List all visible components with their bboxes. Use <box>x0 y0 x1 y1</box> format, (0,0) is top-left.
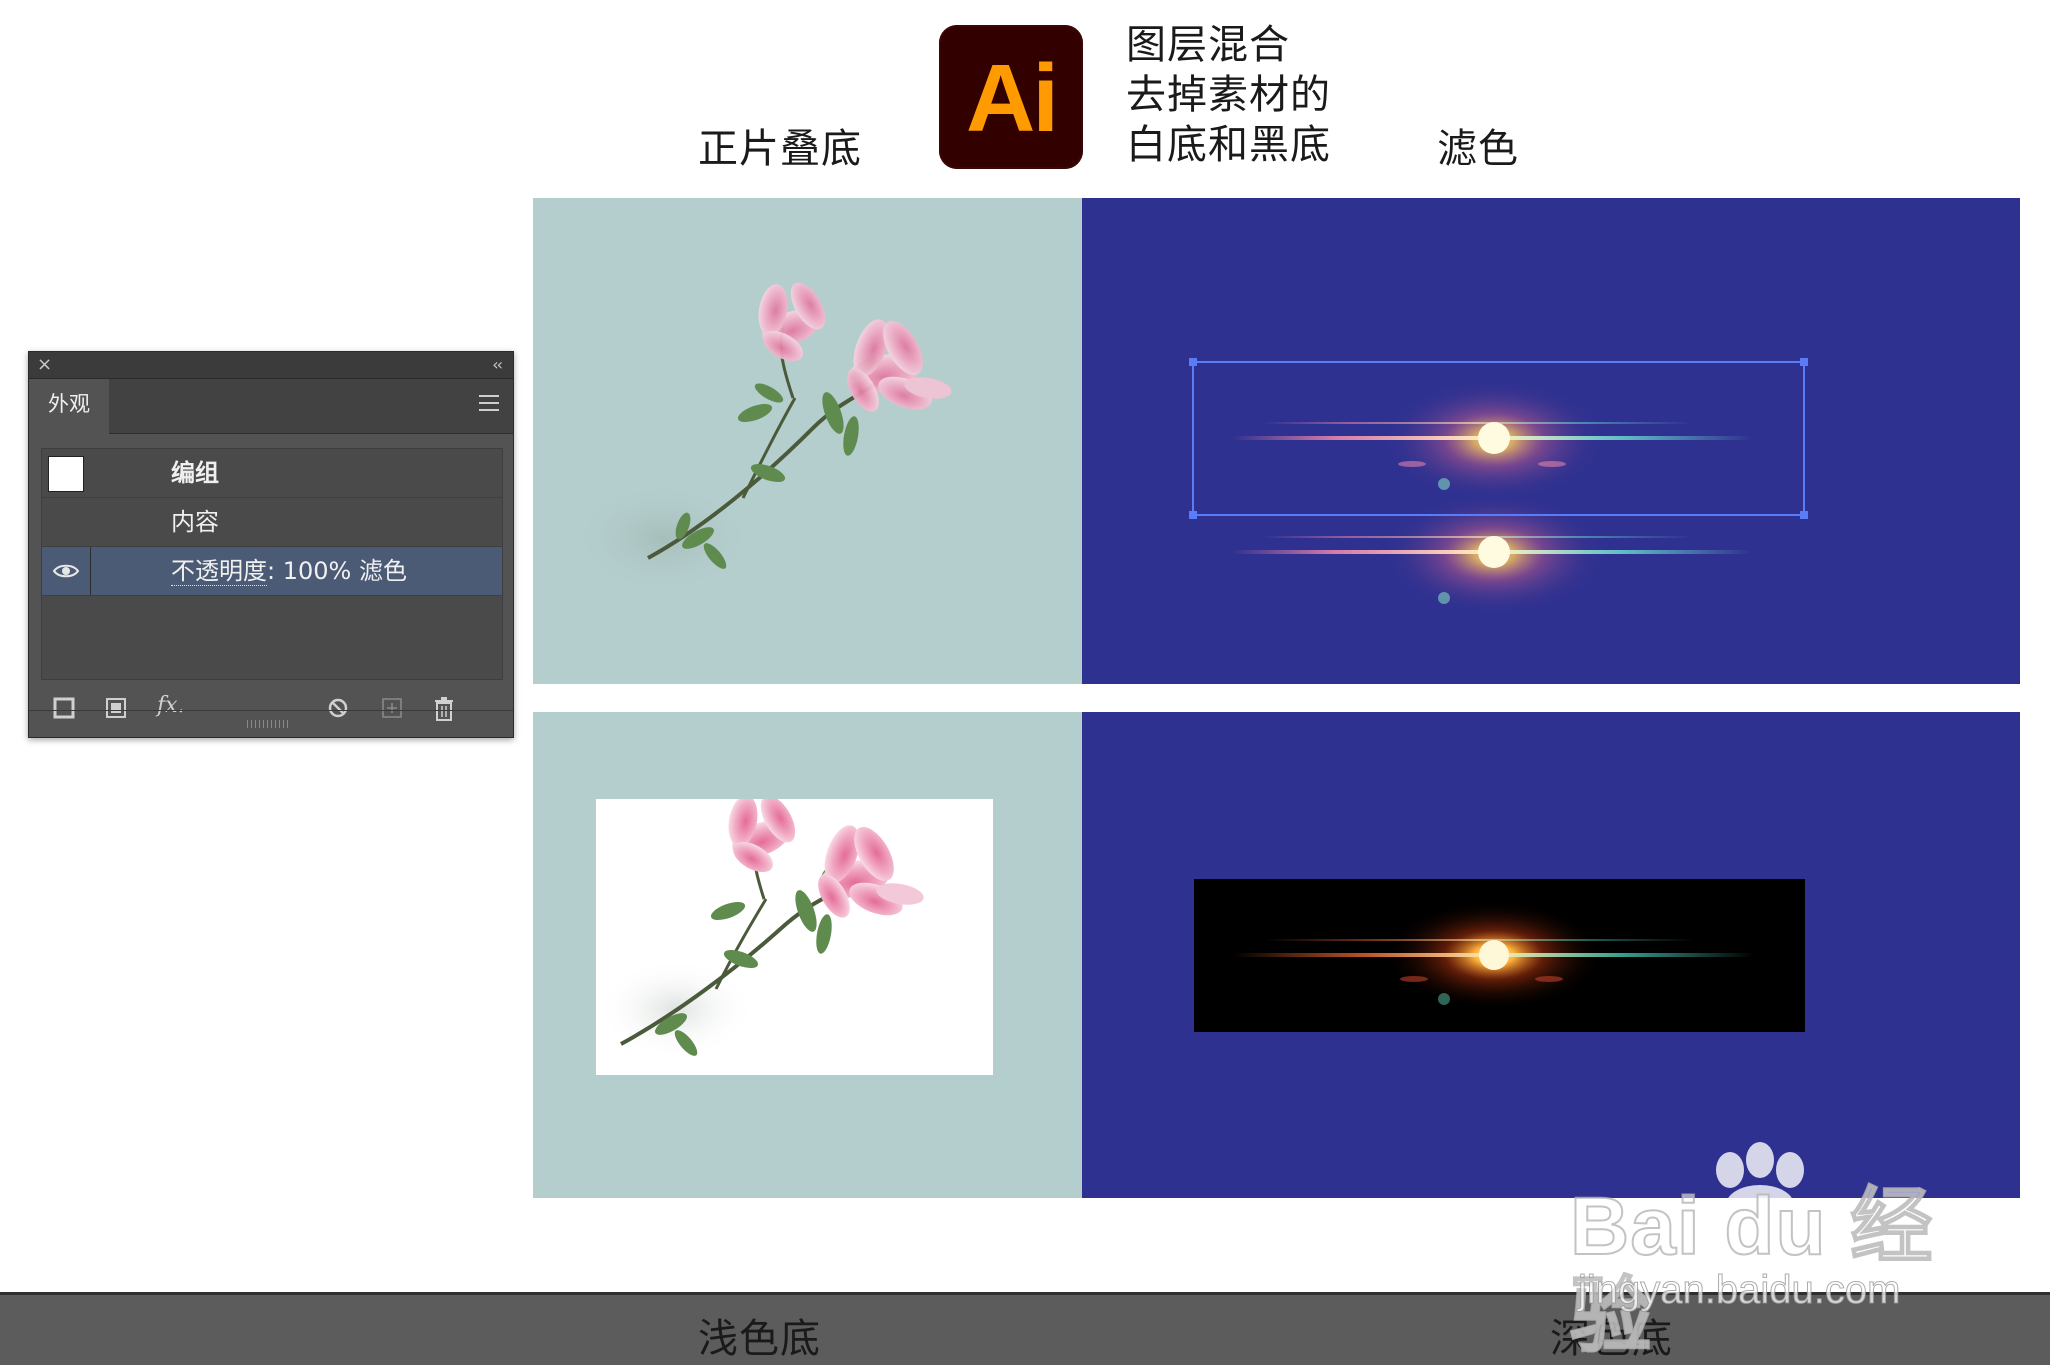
heading-description-line-3: 白底和黑底 <box>1126 122 1331 168</box>
fx-icon[interactable]: fx. <box>157 693 185 718</box>
collapse-icon[interactable]: ‹‹ <box>492 353 503 377</box>
delete-icon[interactable] <box>433 697 455 721</box>
heading-screen: 滤色 <box>1437 126 1519 172</box>
resize-grip[interactable] <box>247 720 291 728</box>
panel-tabbar: 外观 <box>29 379 513 434</box>
appearance-row-contents[interactable]: 内容 <box>42 498 502 547</box>
opacity-link[interactable]: 不透明度 <box>171 557 267 586</box>
clear-appearance-icon[interactable] <box>327 697 349 719</box>
heading-description-line-1: 图层混合 <box>1126 22 1290 68</box>
opacity-value: : 100% 滤色 <box>267 557 407 585</box>
new-stroke-icon[interactable] <box>53 697 75 719</box>
close-icon[interactable]: × <box>37 353 52 377</box>
row-label: 编组 <box>171 459 219 487</box>
dark-artboard-top <box>1082 198 2020 684</box>
new-fill-icon[interactable] <box>105 697 127 719</box>
appearance-row-group[interactable]: 编组 <box>42 449 502 498</box>
flare-graphic <box>1234 900 1754 1010</box>
thumbnail-swatch <box>48 456 84 492</box>
appearance-row-opacity[interactable]: 不透明度: 100% 滤色 <box>42 547 502 596</box>
heading-description-line-2: 去掉素材的 <box>1126 72 1331 118</box>
tab-appearance[interactable]: 外观 <box>29 379 109 434</box>
flower-graphic <box>596 799 924 1059</box>
lens-flare-screen[interactable] <box>1082 198 2020 684</box>
appearance-panel: × ‹‹ 外观 编组 内容 不透明度: 100% 滤色 fx. <box>28 351 514 738</box>
heading-multiply: 正片叠底 <box>698 126 862 172</box>
baidu-watermark: Bai du 经验 jingyan.baidu.com <box>1569 1140 1990 1363</box>
flower-image-white-bg[interactable] <box>596 799 993 1075</box>
row-label: 内容 <box>171 508 219 536</box>
eye-column-divider <box>90 547 91 595</box>
lens-flare-black-bg[interactable] <box>1194 879 1805 1032</box>
panel-footer: fx. <box>29 687 513 737</box>
appearance-list: 编组 内容 不透明度: 100% 滤色 <box>41 448 503 680</box>
dark-artboard-bottom <box>1082 712 2020 1198</box>
row-label: 不透明度: 100% 滤色 <box>171 547 407 595</box>
eye-icon[interactable] <box>52 562 80 580</box>
watermark-url: jingyan.baidu.com <box>1577 1268 1901 1313</box>
light-artboard-top <box>533 198 1082 684</box>
light-artboard-bottom <box>533 712 1082 1198</box>
panel-titlebar[interactable]: × ‹‹ <box>29 352 513 379</box>
ai-logo: Ai <box>939 25 1083 169</box>
ai-logo-text: Ai <box>966 45 1059 152</box>
panel-divider <box>29 710 513 711</box>
panel-menu-icon[interactable] <box>479 395 499 416</box>
caption-light-bg: 浅色底 <box>698 1316 821 1362</box>
duplicate-item-icon[interactable] <box>381 697 403 719</box>
flower-image-multiply[interactable] <box>533 198 1082 684</box>
